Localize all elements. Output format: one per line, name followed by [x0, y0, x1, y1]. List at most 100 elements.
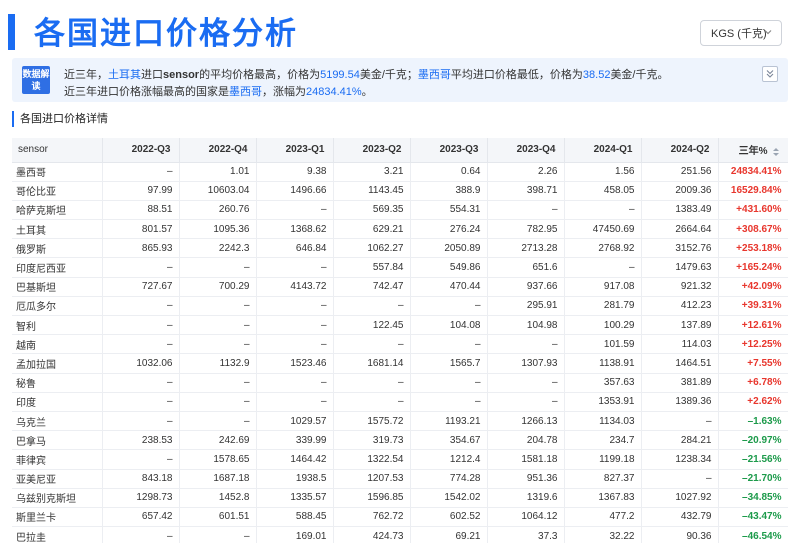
price-cell: 1464.42: [256, 449, 334, 470]
header-three-year-pct[interactable]: 三年%: [718, 138, 788, 163]
price-cell: 1575.72: [333, 411, 411, 432]
price-cell: 1032.06: [102, 353, 180, 374]
price-cell: 602.52: [410, 507, 488, 528]
price-cell: –: [641, 469, 719, 489]
price-cell: 1367.83: [564, 488, 642, 508]
price-cell: 388.9: [410, 181, 488, 201]
price-cell: 47450.69: [564, 219, 642, 240]
price-cell: 2242.3: [179, 238, 257, 259]
price-cell: 90.36: [641, 526, 719, 543]
price-cell: 354.67: [410, 430, 488, 451]
price-cell: 1064.12: [487, 507, 565, 528]
price-cell: –: [564, 257, 642, 278]
price-cell: 284.21: [641, 430, 719, 451]
country-name: 秘鲁: [12, 373, 103, 393]
section-title: 各国进口价格详情: [12, 111, 108, 127]
price-cell: –: [256, 296, 334, 317]
price-cell: –: [102, 257, 180, 278]
price-cell: –: [179, 315, 257, 336]
price-cell: 477.2: [564, 507, 642, 528]
price-cell: 1143.45: [333, 181, 411, 201]
price-cell: 843.18: [102, 469, 180, 489]
price-cell: –: [179, 296, 257, 317]
price-cell: 104.98: [487, 315, 565, 336]
table-row: 哈萨克斯坦 88.51 260.76–569.35 554.31– –1383.49 +4…: [12, 200, 788, 221]
price-cell: 1132.9: [179, 353, 257, 374]
price-cell: 9.38: [256, 162, 334, 182]
price-cell: 569.35: [333, 200, 411, 221]
country-name: 孟加拉国: [12, 353, 103, 374]
price-cell: –: [256, 200, 334, 221]
price-cell: –: [256, 315, 334, 336]
table-row: 智利 – – –122.45 104.08 104.98 100.29 137.89 +12.6…: [12, 315, 788, 336]
price-cell: 651.6: [487, 257, 565, 278]
table-row: 厄瓜多尔 – – – – –295.91 281.79 412.23 +39.31%: [12, 296, 788, 317]
price-cell: 1335.57: [256, 488, 334, 508]
collapse-button[interactable]: [762, 66, 778, 82]
price-cell: 276.24: [410, 219, 488, 240]
table-row: 斯里兰卡 657.42 601.51 588.45 762.72 602.52 1064.1…: [12, 507, 788, 528]
price-cell: 1.56: [564, 162, 642, 182]
price-cell: 1578.65: [179, 449, 257, 470]
price-cell: –: [102, 392, 180, 412]
price-cell: 100.29: [564, 315, 642, 336]
header-2023-q4: 2023-Q4: [487, 138, 565, 163]
price-cell: 114.03: [641, 334, 719, 355]
insight-low-price: 38.52: [582, 69, 611, 81]
price-cell: 801.57: [102, 219, 180, 240]
price-table: sensor 2022-Q3 2022-Q4 2023-Q1 2023-Q2 2…: [12, 138, 788, 543]
header-2024-q2: 2024-Q2: [641, 138, 719, 163]
price-cell: 700.29: [179, 277, 257, 297]
price-cell: 432.79: [641, 507, 719, 528]
country-name: 亚美尼亚: [12, 469, 103, 489]
price-cell: –: [179, 373, 257, 393]
price-cell: 774.28: [410, 469, 488, 489]
price-cell: 1581.18: [487, 449, 565, 470]
country-name: 巴拉圭: [12, 526, 103, 543]
price-cell: –: [333, 392, 411, 412]
price-cell: 10603.04: [179, 181, 257, 201]
insight-text: 近三年，: [64, 69, 108, 81]
price-cell: 1029.57: [256, 411, 334, 432]
price-cell: –: [487, 334, 565, 355]
price-cell: 234.7: [564, 430, 642, 451]
insight-text: 的平均价格最高，价格为: [199, 69, 321, 81]
insight-top-price: 5199.54: [320, 69, 360, 81]
insight-line-2: 近三年进口价格涨幅最高的国家是墨西哥，涨幅为24834.41%。: [64, 83, 373, 99]
price-cell: –: [410, 334, 488, 355]
price-cell: –: [179, 411, 257, 432]
price-cell: –: [179, 526, 257, 543]
price-cell: 137.89: [641, 315, 719, 336]
header-2022-q4: 2022-Q4: [179, 138, 257, 163]
price-cell: 412.23: [641, 296, 719, 317]
price-cell: 727.67: [102, 277, 180, 297]
price-cell: 319.73: [333, 430, 411, 451]
price-cell: 1062.27: [333, 238, 411, 259]
unit-select[interactable]: KGS (千克): [700, 20, 782, 46]
three-year-change: –21.56%: [718, 449, 788, 470]
insight-badge: 数据解读: [22, 66, 50, 94]
three-year-change: –34.85%: [718, 488, 788, 508]
price-cell: 917.08: [564, 277, 642, 297]
price-cell: –: [179, 257, 257, 278]
price-cell: –: [102, 526, 180, 543]
price-cell: 104.08: [410, 315, 488, 336]
price-cell: –: [487, 373, 565, 393]
three-year-change: +12.61%: [718, 315, 788, 336]
price-cell: 2009.36: [641, 181, 719, 201]
price-cell: 3.21: [333, 162, 411, 182]
header-2023-q1: 2023-Q1: [256, 138, 334, 163]
price-cell: 1307.93: [487, 353, 565, 374]
insight-top-country: 土耳其: [108, 69, 141, 81]
insight-text: 美金/千克；: [359, 69, 418, 81]
price-cell: 2.26: [487, 162, 565, 182]
price-cell: 1353.91: [564, 392, 642, 412]
table-row: 巴拿马 238.53 242.69 339.99 319.73 354.67 204.78 2…: [12, 430, 788, 451]
insight-low-country: 墨西哥: [417, 69, 451, 81]
price-cell: 37.3: [487, 526, 565, 543]
country-name: 越南: [12, 334, 103, 355]
price-cell: 357.63: [564, 373, 642, 393]
unit-select-value: KGS (千克): [711, 28, 767, 40]
country-name: 土耳其: [12, 219, 103, 240]
price-cell: 951.36: [487, 469, 565, 489]
